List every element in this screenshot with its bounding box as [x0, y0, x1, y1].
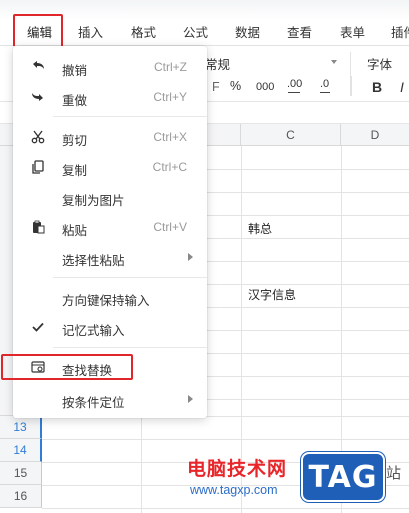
- menu-view[interactable]: 查看: [287, 20, 312, 46]
- watermark-url: www.tagxp.com: [190, 483, 278, 497]
- row-header-16[interactable]: 16: [0, 485, 42, 508]
- menu-divider: [53, 116, 207, 117]
- chevron-right-icon: [188, 395, 193, 403]
- menu-item-paste-special[interactable]: 选择性粘贴: [13, 242, 207, 272]
- redo-icon: [32, 93, 43, 101]
- menu-item-label: 重做: [62, 94, 88, 108]
- shortcut-label: Ctrl+C: [152, 160, 187, 174]
- grid-line: [42, 439, 409, 440]
- toolbar-partial-icon[interactable]: F: [212, 80, 220, 94]
- decimal-decrease-button[interactable]: .0: [320, 78, 329, 90]
- cell-c7[interactable]: 汉字信息: [248, 286, 296, 303]
- menu-item-label: 记忆式输入: [62, 324, 125, 338]
- arrow-right-icon: [320, 92, 330, 93]
- shortcut-label: Ctrl+V: [153, 220, 187, 234]
- shortcut-label: Ctrl+Z: [154, 60, 187, 74]
- percent-button[interactable]: %: [230, 79, 241, 93]
- menu-item-label: 复制为图片: [62, 194, 125, 208]
- menu-item-locate-by-condition[interactable]: 按条件定位: [13, 384, 207, 414]
- highlight-box-find-replace: [1, 354, 133, 380]
- menu-divider: [53, 277, 207, 278]
- menu-item-label: 撤销: [62, 64, 88, 78]
- menu-item-label: 方向键保持输入: [62, 294, 150, 308]
- checkmark-icon: [32, 322, 44, 332]
- menu-item-paste[interactable]: 粘贴 Ctrl+V: [13, 212, 207, 242]
- chevron-down-icon: [331, 60, 337, 64]
- copy-icon: [32, 160, 44, 174]
- watermark-logo: TAG: [301, 452, 385, 502]
- menu-item-label: 复制: [62, 164, 88, 178]
- logo-text: TAG: [308, 460, 378, 495]
- shortcut-label: Ctrl+Y: [153, 90, 187, 104]
- row-header-15[interactable]: 15: [0, 462, 42, 485]
- column-header-d[interactable]: D: [341, 124, 409, 146]
- row-header-14[interactable]: 14: [0, 439, 42, 462]
- grid-line: [42, 508, 409, 509]
- arrow-left-icon: [288, 92, 300, 93]
- menu-formula[interactable]: 公式: [183, 20, 208, 46]
- cell-c4[interactable]: 韩总: [248, 220, 272, 237]
- menu-form[interactable]: 表单: [340, 20, 365, 46]
- menu-item-autocomplete[interactable]: 记忆式输入: [13, 312, 207, 342]
- menu-item-arrow-key-keep-input[interactable]: 方向键保持输入: [13, 282, 207, 312]
- menu-item-redo[interactable]: 重做 Ctrl+Y: [13, 82, 207, 112]
- decimal-increase-button[interactable]: .00: [287, 78, 302, 90]
- menu-item-cut[interactable]: 剪切 Ctrl+X: [13, 122, 207, 152]
- watermark-extra: 站: [386, 465, 402, 482]
- menu-item-label: 粘贴: [62, 224, 88, 238]
- chevron-right-icon: [188, 253, 193, 261]
- menu-item-undo[interactable]: 撤销 Ctrl+Z: [13, 52, 207, 82]
- italic-button[interactable]: I: [400, 79, 404, 95]
- font-select[interactable]: 字体: [367, 54, 392, 73]
- menu-divider: [53, 347, 207, 348]
- scissors-icon: [31, 130, 45, 144]
- watermark-title: 电脑技术网: [187, 458, 288, 480]
- menu-item-label: 选择性粘贴: [62, 254, 125, 268]
- menu-item-copy-as-image[interactable]: 复制为图片: [13, 182, 207, 212]
- menu-item-label: 按条件定位: [62, 396, 125, 410]
- row-header-13[interactable]: 13: [0, 416, 42, 439]
- number-format-select[interactable]: 常规: [205, 54, 230, 73]
- undo-icon: [33, 61, 44, 69]
- menu-data[interactable]: 数据: [235, 20, 260, 46]
- menu-item-label: 剪切: [62, 134, 88, 148]
- shortcut-label: Ctrl+X: [153, 130, 187, 144]
- paste-icon: [33, 220, 45, 234]
- toolbar-divider: [351, 76, 352, 96]
- thousands-button[interactable]: 000: [256, 81, 274, 93]
- bold-button[interactable]: B: [372, 79, 382, 95]
- menu-insert[interactable]: 插入: [78, 20, 103, 46]
- menu-format[interactable]: 格式: [131, 20, 156, 46]
- column-header-c[interactable]: C: [241, 124, 341, 146]
- menu-item-copy[interactable]: 复制 Ctrl+C: [13, 152, 207, 182]
- menu-plugins[interactable]: 插件: [391, 20, 409, 46]
